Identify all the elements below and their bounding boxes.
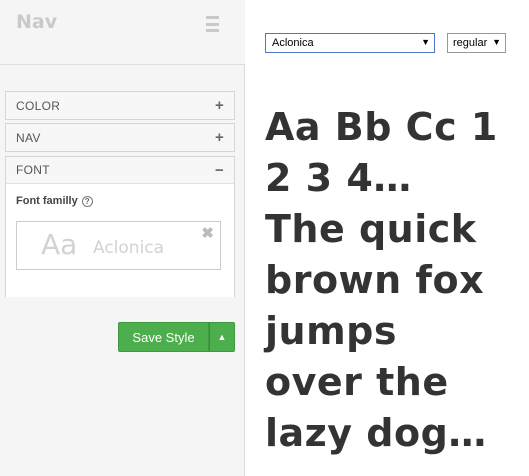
panel-title: Nav	[16, 11, 58, 33]
section-font-label: FONT	[16, 163, 50, 177]
sample-line: The quick	[265, 207, 477, 251]
sample-line: lazy dog…	[265, 411, 487, 455]
font-family-select-value: Aclonica	[272, 37, 314, 49]
save-button-group: Save Style ▲	[118, 322, 235, 352]
dropdown-arrow-icon: ▼	[421, 37, 430, 47]
section-font: FONT − Font familly ? Aa Aclonica ✖	[5, 156, 235, 297]
sample-line: brown fox	[265, 258, 485, 302]
font-family-select[interactable]: Aclonica ▼	[265, 33, 435, 53]
save-style-button[interactable]: Save Style	[118, 322, 209, 352]
hamburger-menu-icon[interactable]	[206, 16, 219, 32]
section-nav[interactable]: NAV +	[5, 123, 235, 152]
section-font-header[interactable]: FONT −	[6, 157, 234, 184]
expand-plus-icon[interactable]: +	[215, 97, 224, 114]
font-weight-select-value: regular	[453, 37, 488, 49]
font-weight-select[interactable]: regular ▼	[447, 33, 506, 53]
collapse-minus-icon[interactable]: −	[215, 162, 224, 179]
panel-header: Nav	[0, 0, 245, 65]
help-icon[interactable]: ?	[81, 195, 93, 207]
font-sample-text: Aa Bb Cc 1 2 3 4… The quick brown fox ju…	[265, 102, 527, 459]
expand-plus-icon[interactable]: +	[215, 129, 224, 146]
font-preview-name: Aclonica	[93, 238, 165, 258]
sample-line: jumps	[265, 309, 397, 353]
font-preview-box[interactable]: Aa Aclonica ✖	[16, 221, 221, 270]
section-nav-label: NAV	[16, 130, 41, 145]
section-color-label: COLOR	[16, 98, 61, 113]
sample-line: over the	[265, 360, 449, 404]
font-family-field: Font familly ?	[16, 195, 93, 207]
close-icon[interactable]: ✖	[201, 224, 214, 242]
font-preview-aa: Aa	[41, 228, 78, 261]
section-nav-header[interactable]: NAV +	[6, 124, 234, 151]
sample-line: Aa Bb Cc 1	[265, 105, 498, 149]
font-family-label: Font familly	[16, 195, 78, 207]
caret-up-icon[interactable]: ▲	[209, 322, 235, 352]
font-section-body: Font familly ? Aa Aclonica ✖	[6, 184, 234, 297]
section-color-header[interactable]: COLOR +	[6, 92, 234, 119]
section-color[interactable]: COLOR +	[5, 91, 235, 120]
style-panel: Nav COLOR + NAV + FONT − Font familly ? …	[0, 0, 245, 476]
sample-line: 2 3 4…	[265, 156, 412, 200]
dropdown-arrow-icon: ▼	[490, 37, 501, 47]
